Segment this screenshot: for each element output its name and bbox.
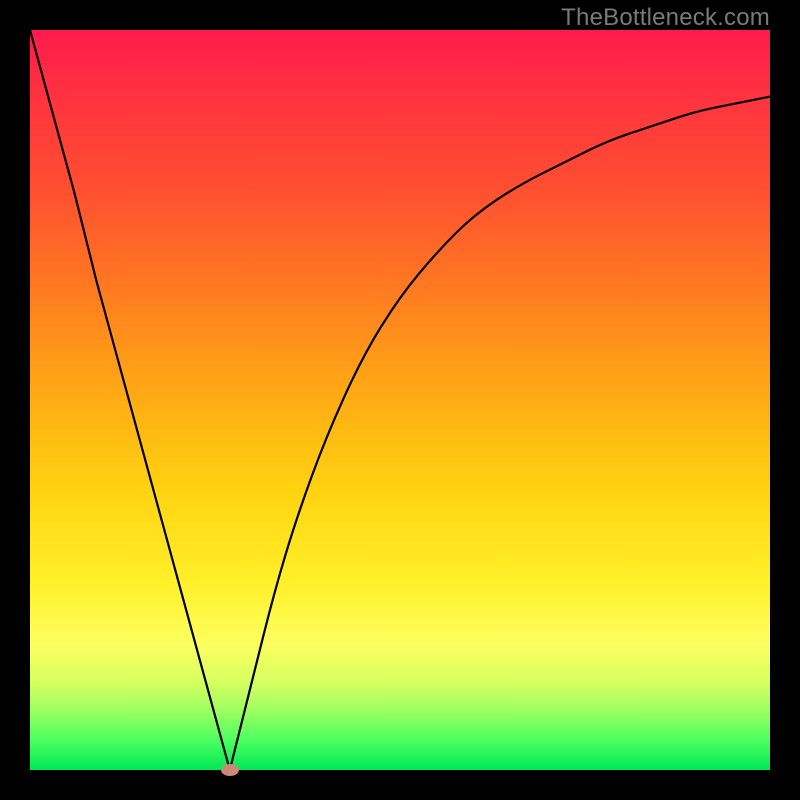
min-point-marker [221, 764, 239, 776]
watermark-text: TheBottleneck.com [561, 4, 770, 32]
bottleneck-curve [30, 30, 770, 770]
plot-area [30, 30, 770, 770]
chart-frame: TheBottleneck.com [0, 0, 800, 800]
